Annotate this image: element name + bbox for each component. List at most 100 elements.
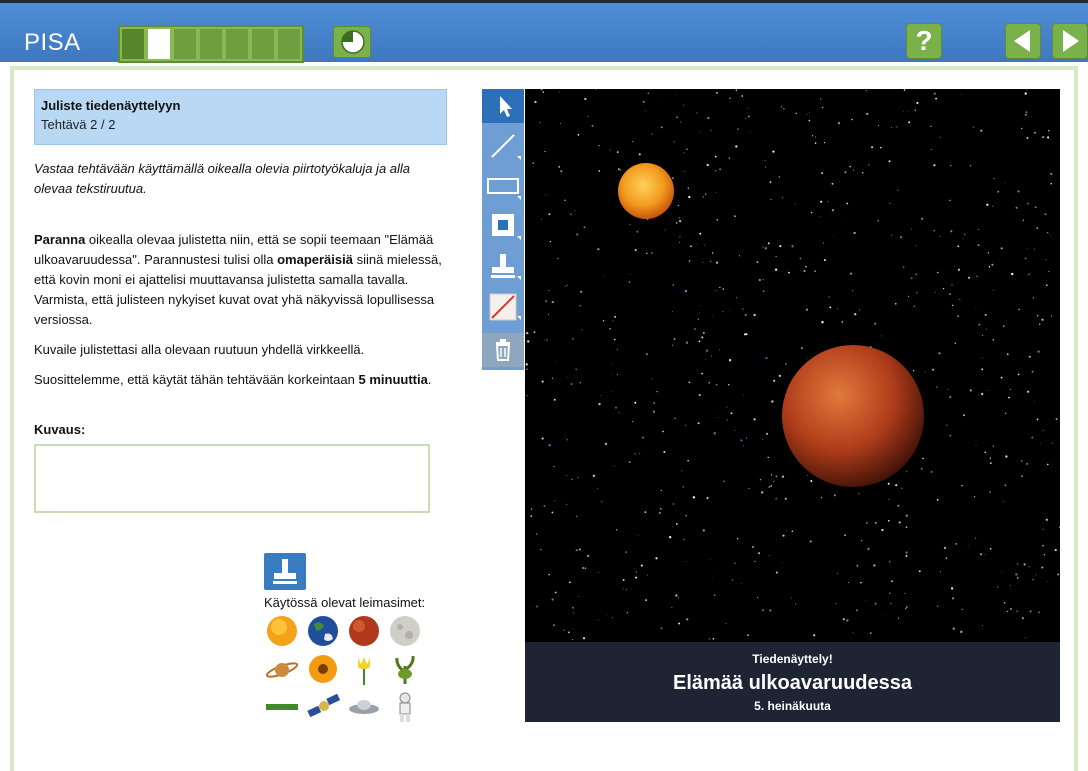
- star: [622, 588, 624, 590]
- star: [740, 439, 743, 442]
- poster-canvas[interactable]: Tiedenäyttely! Elämää ulkoavaruudessa 5.…: [525, 89, 1060, 722]
- star: [592, 474, 596, 477]
- star: [1035, 574, 1037, 576]
- star: [916, 101, 919, 105]
- star: [993, 178, 995, 180]
- star: [579, 304, 582, 307]
- star: [560, 170, 563, 173]
- star: [699, 131, 701, 133]
- satellite-stamp-icon[interactable]: [306, 690, 340, 724]
- star: [729, 97, 731, 99]
- star: [906, 471, 908, 472]
- previous-button[interactable]: [1005, 23, 1041, 59]
- star: [632, 420, 634, 423]
- star: [587, 554, 590, 558]
- timer-button[interactable]: [333, 26, 371, 58]
- star: [975, 444, 977, 446]
- star: [820, 216, 822, 218]
- star: [841, 321, 843, 323]
- star: [905, 514, 908, 517]
- star: [672, 503, 675, 505]
- trash-icon: [495, 339, 511, 361]
- moon-stamp-icon[interactable]: [388, 614, 422, 648]
- star: [678, 597, 680, 599]
- rectangle-filled-tool[interactable]: [482, 209, 524, 243]
- star: [1009, 607, 1012, 611]
- star: [675, 95, 677, 96]
- star: [964, 233, 966, 235]
- star: [683, 538, 685, 541]
- next-button[interactable]: [1052, 23, 1088, 59]
- drawing-toolbar: [482, 89, 524, 370]
- star: [982, 624, 983, 626]
- earth-stamp-icon[interactable]: [306, 614, 340, 648]
- select-tool[interactable]: [482, 89, 524, 123]
- star: [577, 596, 579, 598]
- star: [866, 522, 868, 524]
- star: [852, 632, 854, 634]
- star: [911, 228, 912, 230]
- star: [735, 145, 738, 148]
- star: [775, 498, 777, 500]
- line-tool[interactable]: [482, 129, 524, 163]
- star: [525, 363, 528, 366]
- star: [612, 320, 614, 322]
- star: [866, 112, 869, 115]
- stamp-tool[interactable]: [482, 249, 524, 283]
- star: [786, 530, 787, 532]
- star: [1036, 418, 1039, 421]
- star: [598, 402, 601, 406]
- star: [933, 229, 936, 232]
- astronaut-stamp-icon[interactable]: [388, 690, 422, 724]
- star: [611, 391, 613, 392]
- star: [684, 289, 688, 293]
- star: [952, 627, 955, 630]
- star: [822, 106, 824, 108]
- eraser-tool[interactable]: [482, 289, 524, 323]
- star: [748, 108, 750, 109]
- star: [915, 273, 918, 276]
- green-plant-stamp-icon[interactable]: [388, 652, 422, 686]
- star: [743, 394, 745, 396]
- star: [901, 487, 903, 489]
- star: [935, 97, 937, 100]
- green-bar-stamp-icon[interactable]: [265, 690, 299, 724]
- star: [541, 437, 544, 440]
- star: [874, 322, 877, 325]
- mars-stamp-icon[interactable]: [347, 614, 381, 648]
- star: [743, 445, 744, 447]
- top-bar: PISA ?: [0, 0, 1088, 63]
- help-button[interactable]: ?: [906, 23, 942, 59]
- ufo-stamp-icon[interactable]: [347, 690, 381, 724]
- star: [626, 612, 628, 614]
- star: [1028, 273, 1031, 276]
- tulip-stamp-icon[interactable]: [347, 652, 381, 686]
- star: [558, 165, 561, 168]
- delete-tool[interactable]: [482, 333, 524, 367]
- star: [905, 608, 907, 610]
- star: [542, 91, 545, 93]
- star: [770, 485, 773, 487]
- star: [806, 357, 808, 359]
- star: [554, 591, 557, 594]
- star: [1026, 462, 1029, 465]
- star: [565, 503, 568, 506]
- star: [805, 308, 808, 311]
- star: [831, 182, 834, 185]
- star: [907, 295, 910, 298]
- star: [788, 271, 790, 274]
- star: [535, 533, 538, 535]
- saturn-stamp-icon[interactable]: [265, 652, 299, 686]
- star: [660, 489, 662, 492]
- orange-flower-stamp-icon[interactable]: [306, 652, 340, 686]
- star: [636, 230, 639, 233]
- star: [791, 530, 794, 533]
- star: [739, 96, 741, 98]
- star: [898, 521, 901, 524]
- rectangle-outline-tool[interactable]: [482, 169, 524, 203]
- star: [762, 290, 765, 293]
- star: [747, 115, 750, 118]
- sun-stamp-icon[interactable]: [265, 614, 299, 648]
- star: [578, 548, 581, 551]
- description-input[interactable]: [34, 444, 430, 513]
